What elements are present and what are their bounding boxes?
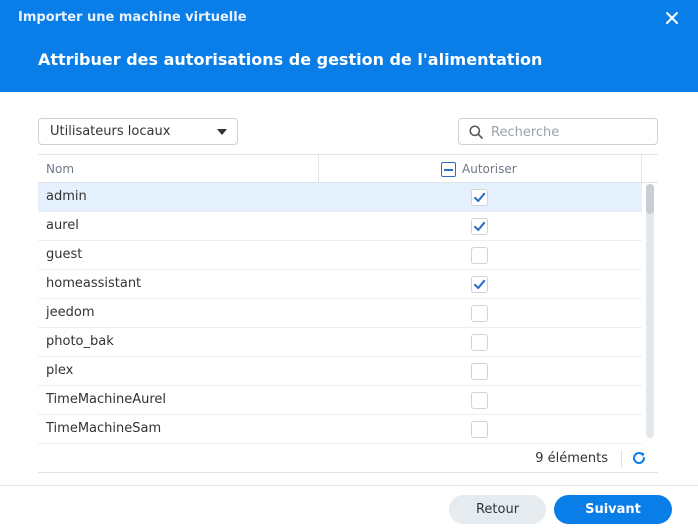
- row-user-name: plex: [46, 363, 74, 378]
- grid-footer: 9 éléments: [38, 444, 658, 473]
- search-box[interactable]: [458, 118, 658, 145]
- item-count: 9 éléments: [535, 451, 608, 466]
- footer-separator: [621, 450, 622, 468]
- row-user-name: aurel: [46, 218, 79, 233]
- allow-checkbox[interactable]: [471, 276, 488, 293]
- next-button[interactable]: Suivant: [554, 495, 672, 524]
- allow-checkbox[interactable]: [471, 334, 488, 351]
- column-header-allow[interactable]: Autoriser: [462, 162, 517, 176]
- table-row[interactable]: TimeMachineSam: [38, 415, 642, 444]
- dropdown-selected-value: Utilisateurs locaux: [50, 124, 171, 139]
- window-title: Importer une machine virtuelle: [18, 10, 247, 25]
- user-permissions-grid: Nom Autoriser admin aurel guest homeassista…: [38, 154, 658, 474]
- chevron-down-icon: [217, 129, 227, 135]
- search-icon: [469, 125, 483, 139]
- grid-header: Nom Autoriser: [38, 154, 658, 183]
- select-all-checkbox[interactable]: [441, 162, 456, 177]
- table-row[interactable]: TimeMachineAurel: [38, 386, 642, 415]
- allow-checkbox[interactable]: [471, 363, 488, 380]
- row-user-name: admin: [46, 189, 87, 204]
- check-icon: [474, 279, 486, 289]
- close-button[interactable]: [662, 8, 682, 28]
- scrollbar-thumb[interactable]: [646, 184, 654, 214]
- table-row[interactable]: jeedom: [38, 299, 642, 328]
- refresh-icon[interactable]: [631, 450, 647, 466]
- row-user-name: TimeMachineAurel: [46, 392, 167, 407]
- row-user-name: photo_bak: [46, 334, 114, 349]
- column-separator: [318, 155, 319, 183]
- check-icon: [474, 192, 486, 202]
- close-icon: [666, 12, 678, 24]
- grid-rows: admin aurel guest homeassistant jeedom photo_…: [38, 183, 642, 444]
- row-user-name: guest: [46, 247, 83, 262]
- table-row[interactable]: plex: [38, 357, 642, 386]
- search-input[interactable]: [491, 123, 651, 141]
- table-row[interactable]: admin: [38, 183, 642, 212]
- table-row[interactable]: homeassistant: [38, 270, 642, 299]
- back-button[interactable]: Retour: [449, 495, 546, 524]
- row-user-name: jeedom: [46, 305, 95, 320]
- table-row[interactable]: aurel: [38, 212, 642, 241]
- footer-divider: [0, 485, 698, 486]
- table-row[interactable]: guest: [38, 241, 642, 270]
- check-icon: [474, 221, 486, 231]
- column-separator: [641, 155, 642, 183]
- column-header-name[interactable]: Nom: [46, 162, 74, 176]
- allow-checkbox[interactable]: [471, 305, 488, 322]
- allow-checkbox[interactable]: [471, 247, 488, 264]
- allow-checkbox[interactable]: [471, 392, 488, 409]
- row-user-name: homeassistant: [46, 276, 142, 291]
- allow-checkbox[interactable]: [471, 189, 488, 206]
- grid-scrollbar[interactable]: [646, 183, 654, 439]
- allow-checkbox[interactable]: [471, 421, 488, 438]
- table-row[interactable]: photo_bak: [38, 328, 642, 357]
- scrollbar-track: [646, 184, 654, 438]
- allow-checkbox[interactable]: [471, 218, 488, 235]
- dialog-header: Importer une machine virtuelle Attribuer…: [0, 0, 698, 92]
- row-user-name: TimeMachineSam: [46, 421, 162, 436]
- user-type-dropdown[interactable]: Utilisateurs locaux: [38, 118, 238, 145]
- wizard-title: Attribuer des autorisations de gestion d…: [38, 50, 543, 69]
